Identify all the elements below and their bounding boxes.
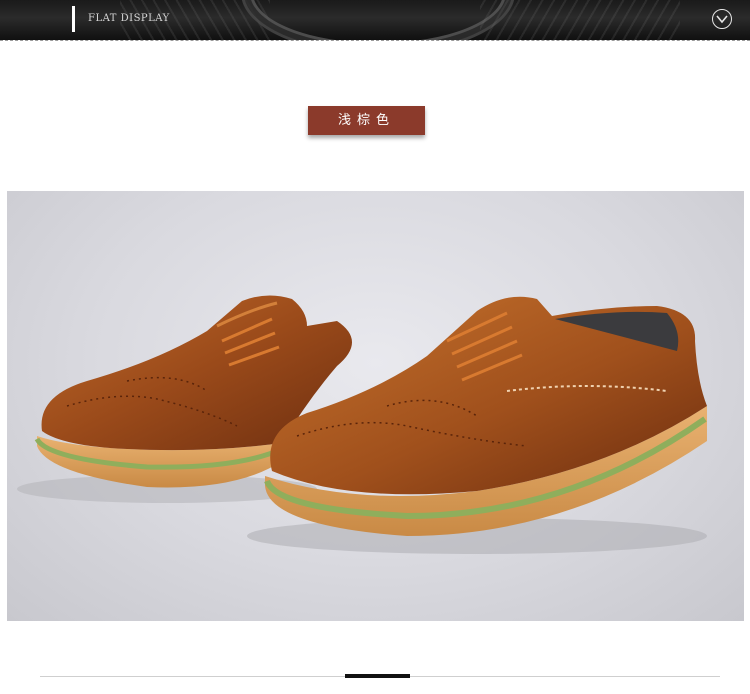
header-ornament-arc xyxy=(250,0,506,40)
footer-accent-bar xyxy=(345,674,410,678)
color-label-tag: 浅棕色 xyxy=(308,106,425,135)
header-banner: FLAT DISPLAY xyxy=(0,0,750,40)
header-divider xyxy=(0,40,750,41)
header-title: FLAT DISPLAY xyxy=(88,13,170,24)
header-ornament-right xyxy=(480,0,680,40)
header-accent-bar xyxy=(72,6,75,32)
chevron-down-icon[interactable] xyxy=(712,9,732,29)
shoe-pair-image xyxy=(7,191,744,621)
